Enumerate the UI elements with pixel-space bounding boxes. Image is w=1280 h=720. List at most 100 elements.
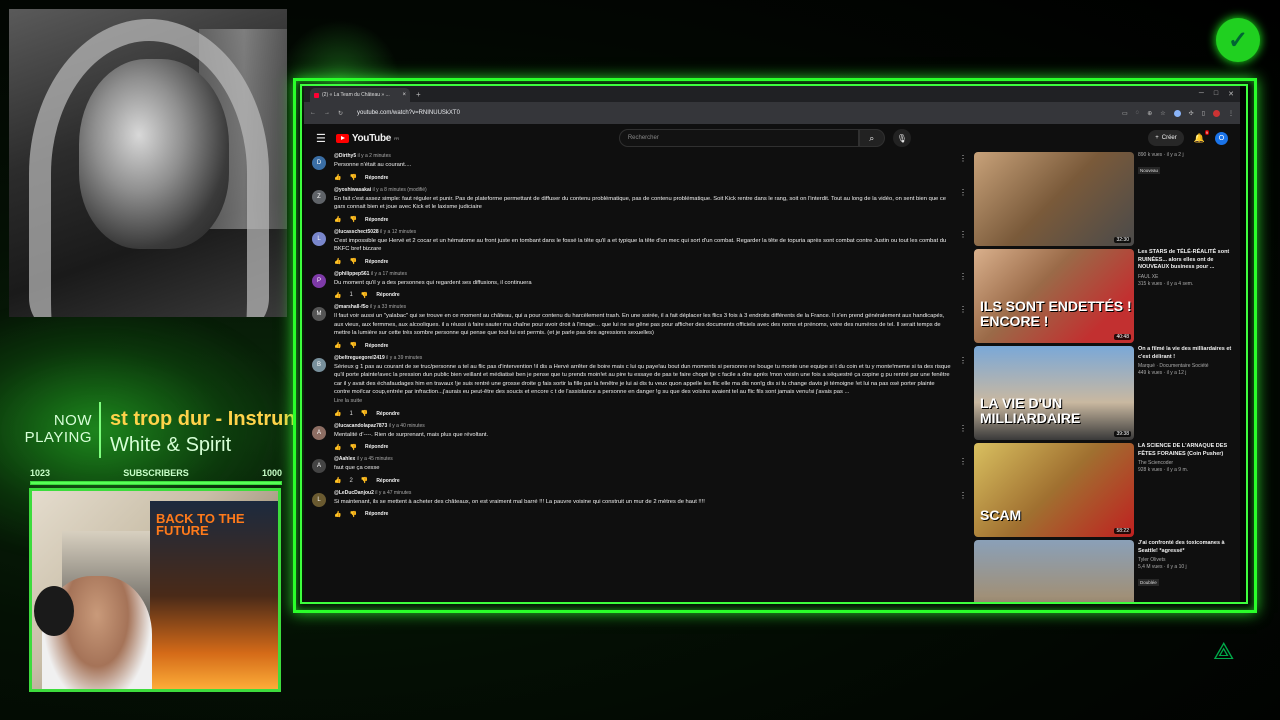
comment-time[interactable]: il y a 17 minutes: [371, 271, 407, 277]
reply-button[interactable]: Répondre: [365, 175, 388, 181]
comment-author[interactable]: @lucacandolapaz7873: [334, 423, 387, 429]
comment-menu-icon[interactable]: ⋮: [959, 230, 967, 239]
reply-button[interactable]: Répondre: [376, 411, 399, 417]
comment-author[interactable]: @lucasschect5028: [334, 229, 379, 235]
hamburger-icon[interactable]: ☰: [316, 132, 326, 145]
video-channel[interactable]: FAUL XE: [1138, 273, 1234, 281]
extension-icon[interactable]: [1173, 109, 1181, 117]
video-thumbnail[interactable]: ILS SONT ENDETTÉS ! ENCORE ! 40:48: [974, 249, 1134, 343]
like-icon[interactable]: 👍: [334, 292, 341, 299]
zoom-icon[interactable]: ⊕: [1147, 110, 1152, 117]
dislike-icon[interactable]: 👎: [349, 216, 356, 223]
comment-time[interactable]: il y a 45 minutes: [357, 456, 393, 462]
comment-menu-icon[interactable]: ⋮: [959, 491, 967, 500]
commenter-avatar[interactable]: B: [312, 357, 326, 372]
recommended-video[interactable]: LA VIE D'UN MILLIARDAIRE 39:38 On a film…: [974, 346, 1234, 443]
dislike-icon[interactable]: 👎: [349, 511, 356, 518]
reply-button[interactable]: Répondre: [365, 511, 388, 517]
comment-author[interactable]: @LeDucDanjou2: [334, 490, 374, 496]
reply-button[interactable]: Répondre: [365, 259, 388, 265]
microphone-icon[interactable]: 🎙: [892, 129, 911, 147]
recommended-video[interactable]: 40:34 J'ai confronté des toxicomanes à S…: [974, 540, 1234, 602]
like-icon[interactable]: 👍: [334, 174, 341, 181]
video-thumbnail[interactable]: 32:30: [974, 152, 1134, 246]
comment-menu-icon[interactable]: ⋮: [959, 356, 967, 365]
back-icon[interactable]: ←: [310, 110, 316, 116]
recommended-video[interactable]: ILS SONT ENDETTÉS ! ENCORE ! 40:48 Les S…: [974, 249, 1234, 346]
new-tab-icon[interactable]: +: [416, 90, 421, 99]
reply-button[interactable]: Répondre: [365, 444, 388, 450]
comment-menu-icon[interactable]: ⋮: [959, 154, 967, 163]
reply-button[interactable]: Répondre: [365, 343, 388, 349]
reply-button[interactable]: Répondre: [376, 292, 399, 298]
comment-time[interactable]: il y a 39 minutes: [386, 355, 422, 361]
comment-author[interactable]: @Dirthy5: [334, 153, 356, 159]
commenter-avatar[interactable]: Z: [312, 189, 326, 204]
profile-icon[interactable]: [1213, 109, 1220, 117]
commenter-avatar[interactable]: D: [312, 156, 326, 170]
menu-icon[interactable]: ⋮: [1228, 110, 1234, 117]
dislike-icon[interactable]: 👎: [349, 258, 356, 265]
close-tab-icon[interactable]: ×: [402, 92, 406, 98]
search-icon[interactable]: ⌕: [858, 129, 885, 147]
comment-menu-icon[interactable]: ⋮: [959, 305, 967, 314]
dislike-icon[interactable]: 👎: [361, 410, 368, 417]
create-button[interactable]: + Créer: [1148, 130, 1184, 146]
puzzle-icon[interactable]: ✣: [1189, 110, 1194, 117]
video-channel[interactable]: Tyler Olivets: [1138, 556, 1234, 564]
comment-author[interactable]: @Aahlex: [334, 456, 355, 462]
video-channel[interactable]: The Sciencoder: [1138, 459, 1234, 467]
sidepanel-icon[interactable]: ▯: [1202, 110, 1205, 117]
close-window-icon[interactable]: ✕: [1228, 90, 1234, 98]
comment-author[interactable]: @marshall-f5o: [334, 304, 369, 310]
dislike-icon[interactable]: 👎: [361, 292, 368, 299]
commenter-avatar[interactable]: A: [312, 459, 326, 473]
comment-time[interactable]: il y a 40 minutes: [389, 423, 425, 429]
comment-menu-icon[interactable]: ⋮: [959, 457, 967, 466]
dislike-icon[interactable]: 👎: [349, 174, 356, 181]
recommended-video[interactable]: 32:30 890 k vues · il y a 2 j Nouveau: [974, 152, 1234, 249]
comment-time[interactable]: il y a 33 minutes: [370, 304, 406, 310]
commenter-avatar[interactable]: P: [312, 273, 326, 288]
minimize-icon[interactable]: ─: [1199, 90, 1204, 98]
recommended-video[interactable]: SCAM 58:22 LA SCIENCE DE L'ARNAQUE DES F…: [974, 443, 1234, 540]
like-icon[interactable]: 👍: [334, 444, 341, 451]
commenter-avatar[interactable]: L: [312, 231, 326, 246]
bookmark-icon[interactable]: ☆: [1160, 110, 1165, 117]
cast-icon[interactable]: ▭: [1122, 110, 1128, 117]
comment-time[interactable]: il y a 47 minutes: [375, 490, 411, 496]
commenter-avatar[interactable]: M: [312, 307, 326, 321]
reply-button[interactable]: Répondre: [376, 478, 399, 484]
like-icon[interactable]: 👍: [334, 342, 341, 349]
comment-author[interactable]: @yoshiwasakai: [334, 187, 371, 193]
commenter-avatar[interactable]: L: [312, 492, 326, 507]
reload-icon[interactable]: ↻: [338, 110, 343, 117]
notifications-bell-icon[interactable]: 🔔 9: [1194, 129, 1209, 144]
search-input[interactable]: Rechercher: [618, 129, 859, 147]
video-thumbnail[interactable]: LA VIE D'UN MILLIARDAIRE 39:38: [974, 346, 1134, 440]
video-title[interactable]: J'ai confronté des toxicomanes à Seattle…: [1138, 540, 1234, 555]
browser-tab[interactable]: (2) « La Team du Château » ... ×: [310, 88, 410, 102]
like-icon[interactable]: 👍: [334, 511, 341, 518]
like-icon[interactable]: 👍: [334, 477, 341, 484]
reply-button[interactable]: Répondre: [365, 217, 388, 223]
video-title[interactable]: On a filmé la vie des milliardaires et c…: [1138, 346, 1234, 361]
video-channel[interactable]: Marqué · Documentaire Société: [1138, 362, 1234, 370]
comment-menu-icon[interactable]: ⋮: [959, 272, 967, 281]
read-more-link[interactable]: Lire la suite: [334, 397, 951, 406]
dislike-icon[interactable]: 👎: [349, 444, 356, 451]
like-icon[interactable]: 👍: [334, 258, 341, 265]
comment-menu-icon[interactable]: ⋮: [959, 424, 967, 433]
forward-icon[interactable]: →: [324, 110, 330, 116]
youtube-logo[interactable]: YouTube FR: [335, 133, 399, 144]
maximize-icon[interactable]: □: [1214, 90, 1218, 98]
comment-author[interactable]: @beltreguegorel2419: [334, 355, 385, 361]
like-icon[interactable]: 👍: [334, 410, 341, 417]
commenter-avatar[interactable]: A: [312, 425, 326, 440]
dislike-icon[interactable]: 👎: [349, 342, 356, 349]
like-icon[interactable]: 👍: [334, 216, 341, 223]
url-field[interactable]: youtube.com/watch?v=RNINUUSkXT0: [357, 110, 460, 116]
dislike-icon[interactable]: 👎: [361, 477, 368, 484]
account-avatar[interactable]: O: [1215, 131, 1228, 145]
comment-time[interactable]: il y a 8 minutes (modifié): [373, 187, 427, 193]
